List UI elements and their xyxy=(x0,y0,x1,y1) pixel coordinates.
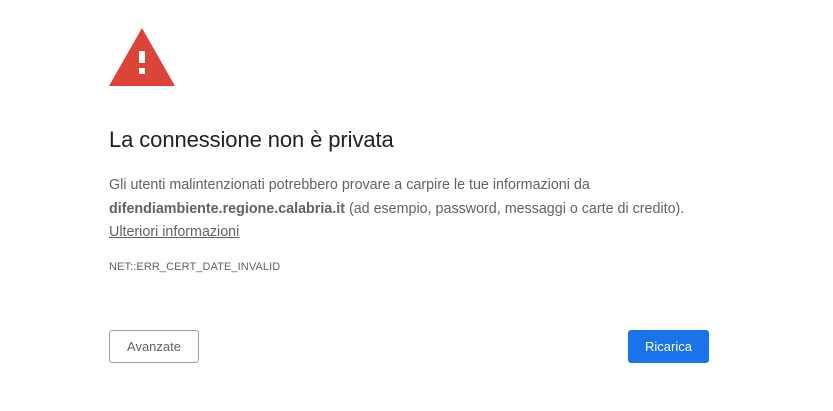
reload-button[interactable]: Ricarica xyxy=(628,330,709,363)
advanced-button[interactable]: Avanzate xyxy=(109,330,199,363)
explanation-intro: Gli utenti malintenzionati potrebbero pr… xyxy=(109,177,590,193)
learn-more-link[interactable]: Ulteriori informazioni xyxy=(109,224,239,240)
host-name: difendiambiente.regione.calabria.it xyxy=(109,200,345,217)
page-title: La connessione non è privata xyxy=(109,127,394,152)
explanation-paragraph: Gli utenti malintenzionati potrebbero pr… xyxy=(109,174,709,245)
error-code: NET::ERR_CERT_DATE_INVALID xyxy=(109,261,281,273)
warning-triangle-icon xyxy=(109,28,175,86)
interstitial-container: La connessione non è privata Gli utenti … xyxy=(109,0,709,411)
explanation-outro: (ad esempio, password, messaggi o carte … xyxy=(344,200,685,217)
